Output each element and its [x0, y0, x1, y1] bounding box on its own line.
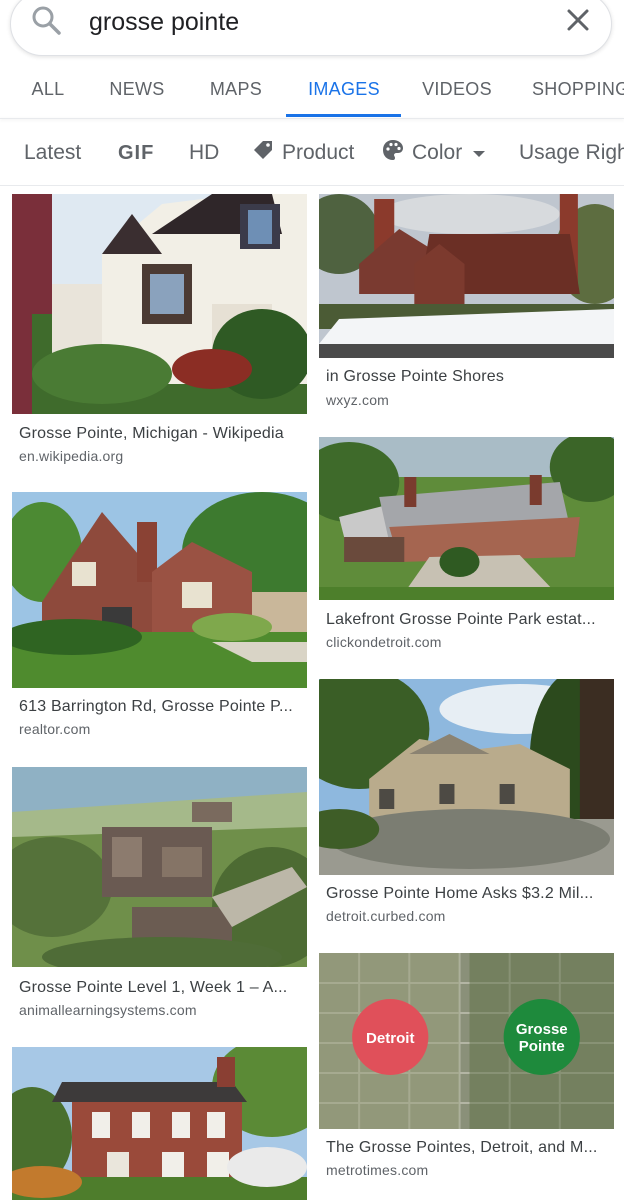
result-thumbnail[interactable]: Detroit Grosse Pointe [319, 953, 614, 1129]
tab-all[interactable]: ALL [18, 60, 78, 118]
filter-color[interactable]: Color [382, 122, 494, 184]
result-source: clickondetroit.com [326, 634, 442, 650]
tab-videos[interactable]: VIDEOS [414, 60, 500, 118]
divider [0, 118, 624, 119]
result-thumbnail[interactable] [12, 1047, 307, 1200]
result-title: The Grosse Pointes, Detroit, and M... [326, 1139, 598, 1156]
filter-product[interactable]: Product [252, 122, 354, 184]
divider [0, 185, 624, 186]
result-thumbnail[interactable] [319, 679, 614, 875]
gif-icon: GIF [118, 141, 155, 164]
result-source: wxyz.com [326, 392, 390, 408]
result-source: metrotimes.com [326, 1162, 429, 1178]
tab-news[interactable]: NEWS [102, 60, 172, 118]
map-label-pointe: Pointe [519, 1038, 565, 1055]
tab-shopping[interactable]: SHOPPING [532, 60, 624, 118]
filter-hd-label: HD [189, 141, 220, 164]
result-source: detroit.curbed.com [326, 908, 446, 924]
filter-usage-rights[interactable]: Usage Rights [519, 122, 624, 184]
result-title: Grosse Pointe Level 1, Week 1 – A... [19, 979, 288, 996]
result-title: Grosse Pointe Home Asks $3.2 Mil... [326, 885, 594, 902]
search-tabs: ALL NEWS MAPS IMAGES VIDEOS SHOPPING [0, 60, 624, 118]
result-thumbnail[interactable] [319, 194, 614, 358]
filter-product-label: Product [282, 141, 355, 164]
result-thumbnail[interactable] [12, 767, 307, 967]
result-title: 613 Barrington Rd, Grosse Pointe P... [19, 698, 293, 715]
filter-usage-rights-label: Usage Rights [519, 141, 624, 164]
result-thumbnail[interactable] [319, 437, 614, 600]
search-icon[interactable] [29, 3, 63, 37]
result-source: realtor.com [19, 721, 91, 737]
tab-maps[interactable]: MAPS [200, 60, 272, 118]
result-title: Grosse Pointe, Michigan - Wikipedia [19, 425, 284, 442]
filter-bar: Latest GIF HD Product Color Usage Rights [0, 122, 624, 184]
tag-icon [252, 139, 282, 167]
filter-latest[interactable]: Latest [24, 122, 81, 184]
result-thumbnail[interactable] [12, 194, 307, 414]
result-title: Lakefront Grosse Pointe Park estat... [326, 611, 596, 628]
chevron-down-icon [472, 141, 494, 165]
close-icon[interactable] [563, 5, 593, 35]
active-tab-indicator [286, 114, 401, 117]
result-thumbnail[interactable] [12, 492, 307, 688]
result-source: en.wikipedia.org [19, 448, 124, 464]
palette-icon [382, 139, 412, 167]
search-bar[interactable] [10, 0, 612, 56]
map-label-detroit: Detroit [366, 1030, 414, 1047]
filter-latest-label: Latest [24, 141, 82, 164]
result-source: animallearningsystems.com [19, 1002, 197, 1018]
map-label-grosse: Grosse [516, 1021, 568, 1038]
tab-images[interactable]: IMAGES [290, 60, 398, 118]
filter-color-label: Color [412, 141, 463, 164]
filter-hd[interactable]: HD [189, 122, 219, 184]
filter-gif[interactable]: GIF [118, 122, 154, 184]
search-input[interactable] [89, 7, 529, 37]
result-title: in Grosse Pointe Shores [326, 368, 505, 385]
